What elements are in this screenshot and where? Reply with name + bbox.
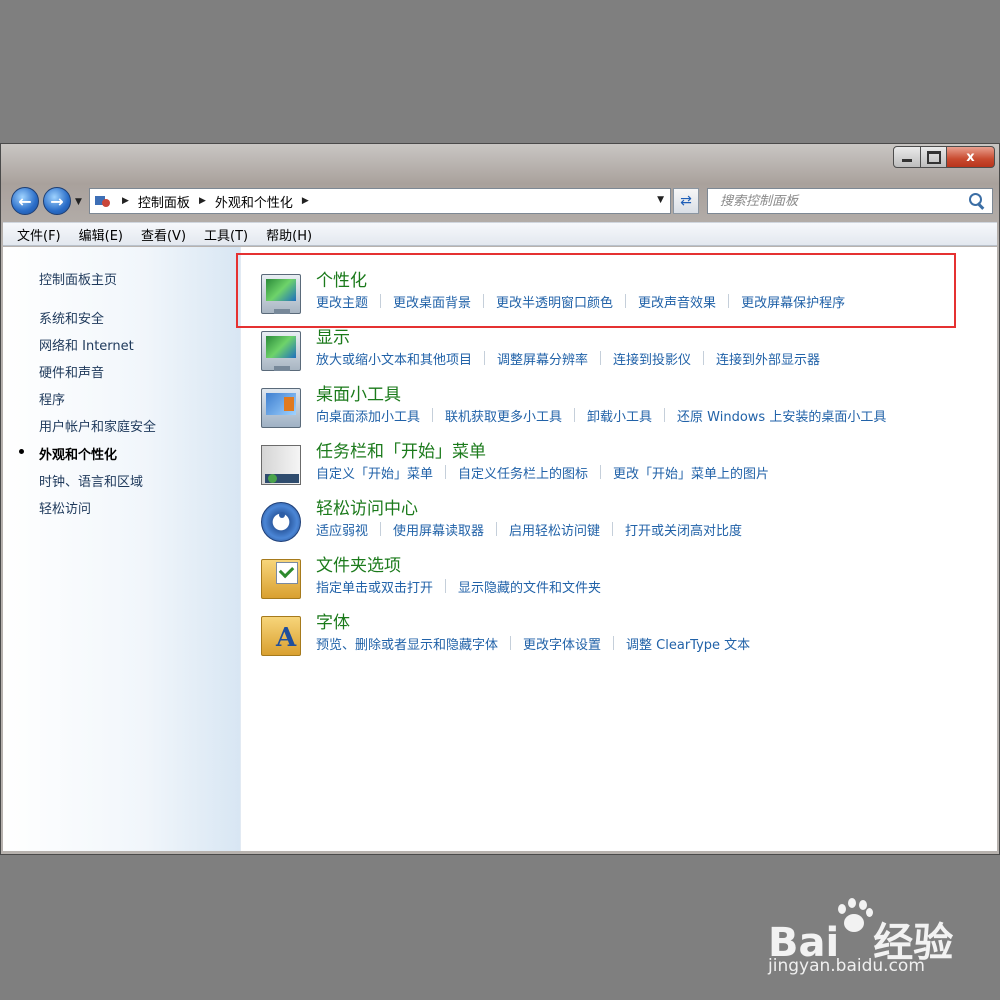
current-item-bullet-icon — [19, 449, 24, 454]
arrow-left-icon: ← — [18, 191, 32, 211]
task-link[interactable]: 指定单击或双击打开 — [316, 577, 433, 596]
highlight-box — [236, 253, 956, 328]
display-icon[interactable] — [261, 331, 301, 371]
chevron-right-icon[interactable]: ▶ — [199, 196, 206, 206]
paw-icon — [834, 896, 874, 936]
search-box[interactable] — [707, 188, 993, 214]
maximize-button[interactable] — [921, 146, 947, 168]
ease-of-access-icon[interactable] — [261, 502, 301, 542]
task-link[interactable]: 调整 ClearType 文本 — [626, 634, 750, 653]
category-links: 向桌面添加小工具 联机获取更多小工具 卸载小工具 还原 Windows 上安装的… — [316, 406, 886, 425]
forward-button[interactable]: → — [43, 187, 71, 215]
category-links: 放大或缩小文本和其他项目 调整屏幕分辨率 连接到投影仪 连接到外部显示器 — [316, 349, 820, 368]
category-title[interactable]: 桌面小工具 — [316, 380, 401, 405]
menu-bar: 文件(F) 编辑(E) 查看(V) 工具(T) 帮助(H) — [3, 222, 997, 246]
task-link[interactable]: 启用轻松访问键 — [509, 520, 600, 539]
sidebar-item-clock-language[interactable]: 时钟、语言和区域 — [39, 471, 143, 490]
link-divider — [510, 636, 512, 650]
minimize-button[interactable] — [893, 146, 921, 168]
task-link[interactable]: 使用屏幕读取器 — [393, 520, 484, 539]
link-divider — [600, 465, 602, 479]
category-title[interactable]: 文件夹选项 — [316, 551, 401, 576]
arrow-right-icon: → — [50, 191, 64, 211]
link-divider — [380, 522, 382, 536]
sidebar-item-network[interactable]: 网络和 Internet — [39, 335, 134, 354]
task-link[interactable]: 连接到投影仪 — [613, 349, 691, 368]
breadcrumb-control-panel[interactable]: 控制面板 — [138, 192, 190, 211]
chevron-down-icon: ▼ — [75, 197, 82, 207]
link-divider — [496, 522, 498, 536]
category-title[interactable]: 轻松访问中心 — [316, 494, 418, 519]
sidebar-item-user-accounts[interactable]: 用户帐户和家庭安全 — [39, 416, 156, 435]
sidebar-item-system-security[interactable]: 系统和安全 — [39, 308, 104, 327]
menu-edit[interactable]: 编辑(E) — [79, 225, 123, 244]
search-icon[interactable] — [966, 190, 988, 212]
taskbar-icon[interactable] — [261, 445, 301, 485]
category-links: 预览、删除或者显示和隐藏字体 更改字体设置 调整 ClearType 文本 — [316, 634, 750, 653]
back-button[interactable]: ← — [11, 187, 39, 215]
explorer-window: x ← → ▼ ▶ 控制面板 ▶ 外观和个性化 ▶ ▼ ⇄ 文件(F) 编辑(E… — [0, 143, 1000, 855]
recent-pages-dropdown[interactable]: ▼ — [75, 197, 82, 207]
sidebar: 控制面板主页 系统和安全 网络和 Internet 硬件和声音 程序 用户帐户和… — [3, 247, 241, 851]
close-button[interactable]: x — [947, 146, 995, 168]
task-link[interactable]: 向桌面添加小工具 — [316, 406, 420, 425]
task-link[interactable]: 还原 Windows 上安装的桌面小工具 — [677, 406, 886, 425]
title-bar: x — [1, 144, 999, 184]
task-link[interactable]: 放大或缩小文本和其他项目 — [316, 349, 472, 368]
task-link[interactable]: 卸载小工具 — [587, 406, 652, 425]
menu-help[interactable]: 帮助(H) — [266, 225, 312, 244]
refresh-icon: ⇄ — [680, 193, 692, 209]
task-link[interactable]: 更改字体设置 — [523, 634, 601, 653]
task-link[interactable]: 显示隐藏的文件和文件夹 — [458, 577, 601, 596]
folder-options-icon[interactable] — [261, 559, 301, 599]
sidebar-item-home[interactable]: 控制面板主页 — [39, 269, 117, 288]
menu-view[interactable]: 查看(V) — [141, 225, 186, 244]
task-link[interactable]: 适应弱视 — [316, 520, 368, 539]
watermark-url: jingyan.baidu.com — [768, 956, 925, 976]
menu-tools[interactable]: 工具(T) — [204, 225, 248, 244]
link-divider — [613, 636, 615, 650]
task-link[interactable]: 预览、删除或者显示和隐藏字体 — [316, 634, 498, 653]
fonts-icon[interactable] — [261, 616, 301, 656]
task-link[interactable]: 联机获取更多小工具 — [445, 406, 562, 425]
link-divider — [484, 351, 486, 365]
link-divider — [432, 408, 434, 422]
sidebar-item-appearance[interactable]: 外观和个性化 — [39, 444, 117, 463]
refresh-button[interactable]: ⇄ — [673, 188, 699, 214]
task-link[interactable]: 调整屏幕分辨率 — [497, 349, 588, 368]
sidebar-item-hardware-sound[interactable]: 硬件和声音 — [39, 362, 104, 381]
task-link[interactable]: 打开或关闭高对比度 — [625, 520, 742, 539]
watermark: Bai 经验 jingyan.baidu.com — [768, 898, 998, 990]
sidebar-item-programs[interactable]: 程序 — [39, 389, 65, 408]
link-divider — [445, 465, 447, 479]
category-links: 自定义「开始」菜单 自定义任务栏上的图标 更改「开始」菜单上的图片 — [316, 463, 769, 482]
task-link[interactable]: 自定义任务栏上的图标 — [458, 463, 588, 482]
task-link[interactable]: 自定义「开始」菜单 — [316, 463, 433, 482]
gadgets-icon[interactable] — [261, 388, 301, 428]
link-divider — [703, 351, 705, 365]
search-input[interactable] — [708, 189, 966, 213]
menu-file[interactable]: 文件(F) — [17, 225, 61, 244]
task-link[interactable]: 更改「开始」菜单上的图片 — [613, 463, 769, 482]
address-bar[interactable]: ▶ 控制面板 ▶ 外观和个性化 ▶ ▼ — [89, 188, 671, 214]
category-links: 指定单击或双击打开 显示隐藏的文件和文件夹 — [316, 577, 601, 596]
breadcrumb-appearance[interactable]: 外观和个性化 — [215, 192, 293, 211]
category-title[interactable]: 字体 — [316, 608, 350, 633]
category-title[interactable]: 任务栏和「开始」菜单 — [316, 437, 486, 462]
window-controls: x — [893, 146, 995, 168]
content-area: 控制面板主页 系统和安全 网络和 Internet 硬件和声音 程序 用户帐户和… — [3, 247, 997, 851]
link-divider — [445, 579, 447, 593]
link-divider — [600, 351, 602, 365]
chevron-right-icon[interactable]: ▶ — [302, 196, 309, 206]
task-link[interactable]: 连接到外部显示器 — [716, 349, 820, 368]
link-divider — [574, 408, 576, 422]
control-panel-icon — [95, 193, 113, 209]
chevron-right-icon[interactable]: ▶ — [122, 196, 129, 206]
link-divider — [612, 522, 614, 536]
address-dropdown-icon[interactable]: ▼ — [657, 195, 664, 205]
sidebar-item-ease-of-access[interactable]: 轻松访问 — [39, 498, 91, 517]
category-links: 适应弱视 使用屏幕读取器 启用轻松访问键 打开或关闭高对比度 — [316, 520, 742, 539]
link-divider — [664, 408, 666, 422]
navigation-bar: ← → ▼ ▶ 控制面板 ▶ 外观和个性化 ▶ ▼ ⇄ — [1, 184, 999, 220]
